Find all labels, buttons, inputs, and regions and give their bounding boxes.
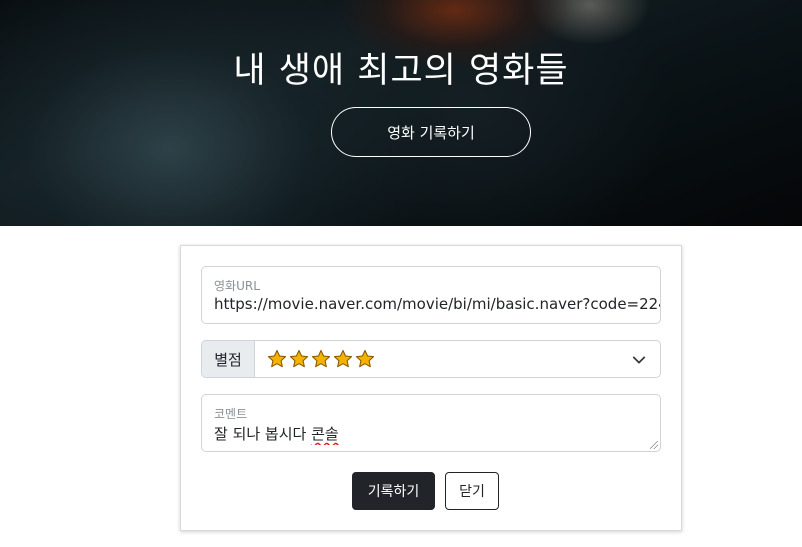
form-actions: 기록하기 닫기 (181, 472, 683, 510)
movie-url-label: 영화URL (214, 279, 260, 293)
movie-record-form: 영화URL https://movie.naver.com/movie/bi/m… (180, 245, 682, 531)
star-icon (355, 349, 375, 368)
comment-textarea[interactable]: 잘 되나 봅시다 콘솔 (214, 423, 660, 445)
comment-text: 잘 되나 봅시다 (214, 425, 312, 443)
star-icon (289, 349, 309, 368)
save-record-button[interactable]: 기록하기 (352, 472, 435, 510)
page-title: 내 생애 최고의 영화들 (233, 51, 569, 91)
resize-handle[interactable] (650, 441, 658, 449)
close-form-button[interactable]: 닫기 (445, 472, 499, 510)
rating-select[interactable] (255, 340, 661, 378)
movie-url-input[interactable]: https://movie.naver.com/movie/bi/mi/basi… (214, 295, 660, 317)
chevron-down-icon (632, 356, 646, 364)
rating-stars (267, 349, 375, 369)
rating-select-group: 별점 (201, 340, 661, 378)
comment-misspelled-word: 콘솔 (311, 425, 339, 443)
hero-banner: 내 생애 최고의 영화들 영화 기록하기 (0, 0, 802, 226)
star-icon (267, 349, 287, 368)
rating-label: 별점 (201, 340, 255, 378)
comment-field[interactable]: 코멘트 잘 되나 봅시다 콘솔 (201, 394, 661, 452)
open-record-form-button[interactable]: 영화 기록하기 (331, 107, 531, 157)
star-icon (311, 349, 331, 368)
comment-label: 코멘트 (214, 407, 248, 421)
star-icon (333, 349, 353, 368)
movie-url-field[interactable]: 영화URL https://movie.naver.com/movie/bi/m… (201, 266, 661, 324)
